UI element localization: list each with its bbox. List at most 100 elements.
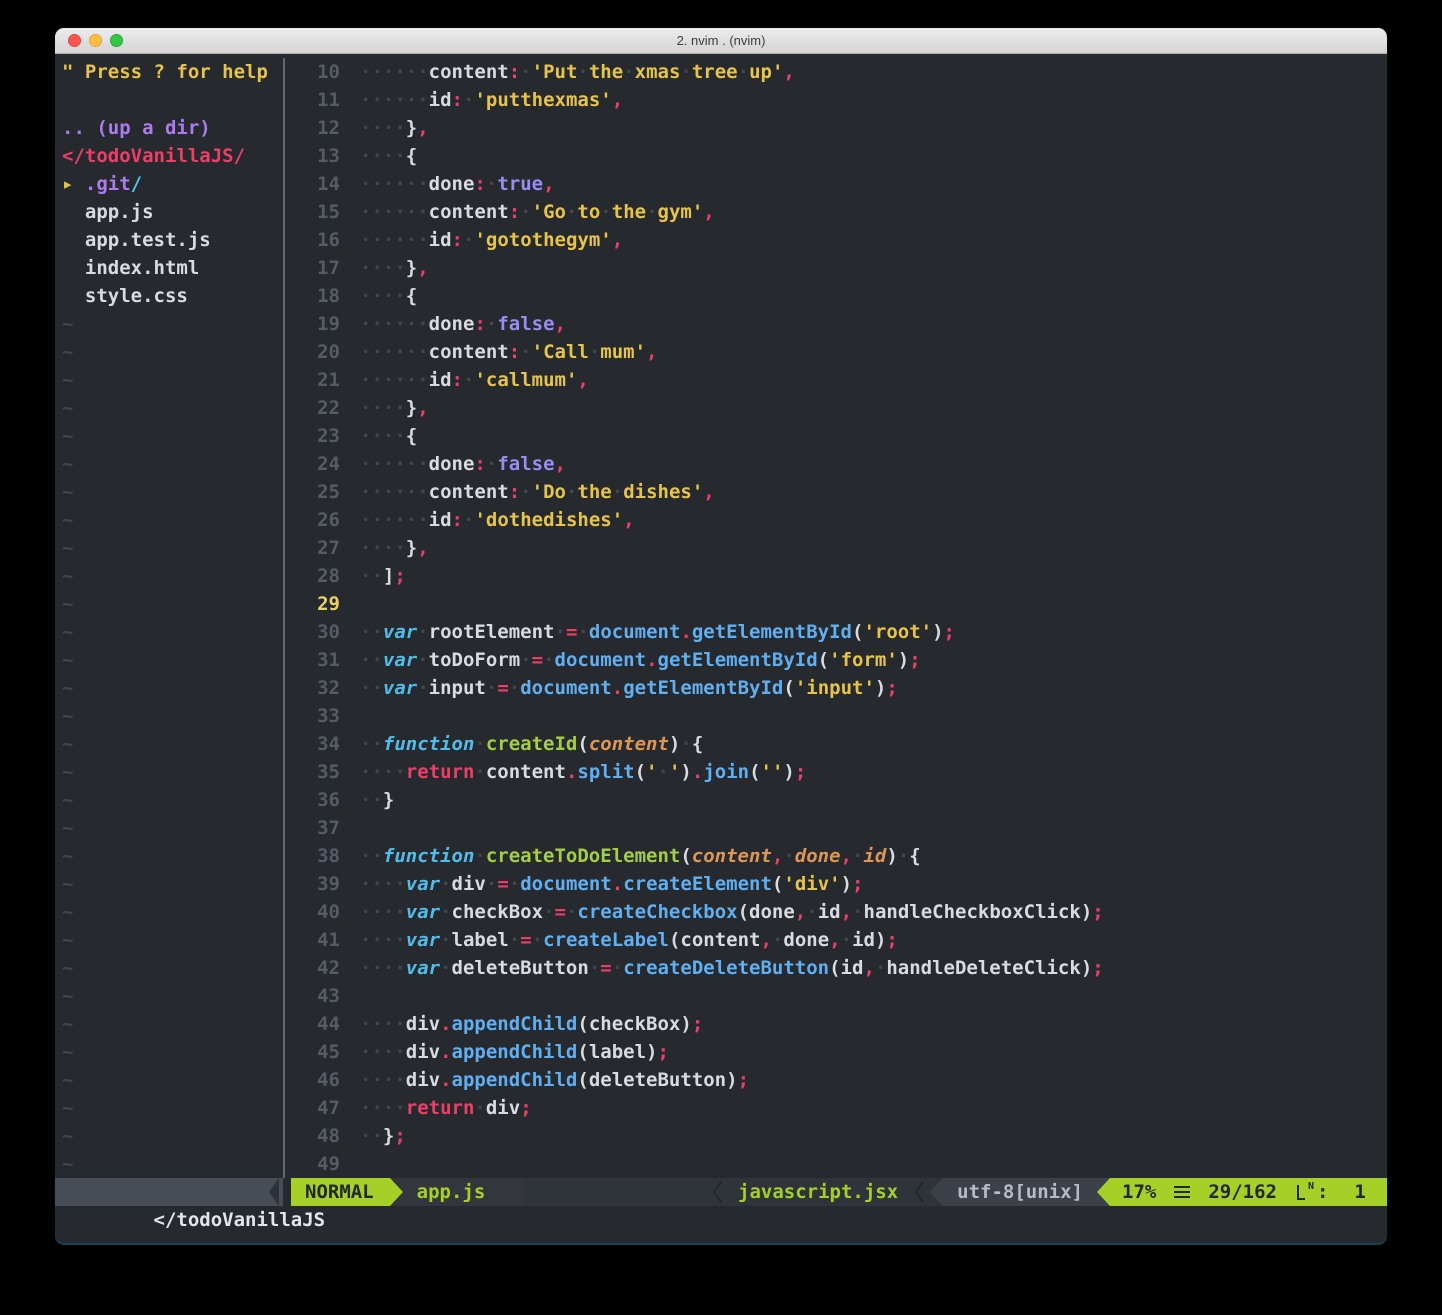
token-fg: ) — [680, 761, 691, 783]
code-line[interactable]: 38··function·createToDoElement(content,·… — [285, 842, 1387, 870]
tree-item-app-js[interactable]: app.js — [55, 198, 283, 226]
code-line[interactable]: 11······id:·'putthexmas', — [285, 86, 1387, 114]
titlebar[interactable]: 2. nvim . (nvim) — [55, 28, 1387, 54]
token-fg: ( — [577, 733, 588, 755]
whitespace-dots: · — [520, 481, 531, 503]
code-line[interactable]: 14······done:·true, — [285, 170, 1387, 198]
code-line[interactable]: 47····return·div; — [285, 1094, 1387, 1122]
code-line[interactable]: 39····var·div·=·document.createElement('… — [285, 870, 1387, 898]
code-text: ······id:·'callmum', — [360, 369, 589, 391]
whitespace-dots: · — [486, 677, 497, 699]
token-fg: ) — [680, 1013, 691, 1035]
line-number: 31 — [300, 646, 340, 674]
token-str: 'gotothegym' — [474, 229, 611, 251]
whitespace-dots: ···· — [360, 873, 406, 895]
whitespace-dots: · — [486, 453, 497, 475]
code-line[interactable]: 20······content:·'Call·mum', — [285, 338, 1387, 366]
code-line[interactable]: 41····var·label·=·createLabel(content,·d… — [285, 926, 1387, 954]
token-fn: join — [703, 761, 749, 783]
token-str: tree — [692, 61, 738, 83]
code-text: ····}, — [360, 117, 429, 139]
token-fn: createElement — [623, 873, 772, 895]
code-line[interactable]: 26······id:·'dothedishes', — [285, 506, 1387, 534]
whitespace-dots: · — [520, 61, 531, 83]
zoom-button[interactable] — [110, 34, 123, 47]
code-line[interactable]: 31··var·toDoForm·=·document.getElementBy… — [285, 646, 1387, 674]
code-line[interactable]: 37 — [285, 814, 1387, 842]
code-line[interactable]: 21······id:·'callmum', — [285, 366, 1387, 394]
code-line[interactable]: 49 — [285, 1150, 1387, 1178]
code-line[interactable]: 44····div.appendChild(checkBox); — [285, 1010, 1387, 1038]
whitespace-dots: · — [509, 677, 520, 699]
code-text: ····div.appendChild(label); — [360, 1041, 669, 1063]
token-pink: = — [532, 649, 543, 671]
code-line[interactable]: 22····}, — [285, 394, 1387, 422]
code-line[interactable]: 24······done:·false, — [285, 450, 1387, 478]
code-line[interactable]: 46····div.appendChild(deleteButton); — [285, 1066, 1387, 1094]
token-pink: , — [577, 369, 588, 391]
code-line[interactable]: 28··]; — [285, 562, 1387, 590]
token-purple: .git — [85, 173, 131, 195]
code-line[interactable]: 19······done:·false, — [285, 310, 1387, 338]
token-tilde: ~ — [62, 425, 73, 447]
code-line[interactable]: 32··var·input·=·document.getElementById(… — [285, 674, 1387, 702]
code-line[interactable]: 13····{ — [285, 142, 1387, 170]
close-button[interactable] — [68, 34, 81, 47]
token-pink: ; — [658, 1041, 669, 1063]
token-pink: ; — [520, 1097, 531, 1119]
line-number: 30 — [300, 618, 340, 646]
statusline-encoding: utf-8[unix] — [943, 1178, 1097, 1206]
code-line[interactable]: 40····var·checkBox·=·createCheckbox(done… — [285, 898, 1387, 926]
code-line[interactable]: 16······id:·'gotothegym', — [285, 226, 1387, 254]
token-param: content — [589, 733, 669, 755]
token-pink: : — [452, 89, 463, 111]
token-fg: done — [429, 453, 475, 475]
token-fg: ) — [669, 733, 680, 755]
code-line[interactable]: 29 — [285, 590, 1387, 618]
empty-line-tilde: ~ — [55, 366, 283, 394]
whitespace-dots: · — [783, 845, 794, 867]
token-purple: .. (up a dir) — [62, 117, 211, 139]
token-fg: ) — [783, 761, 794, 783]
code-line[interactable]: 48··}; — [285, 1122, 1387, 1150]
token-str: 'Do — [532, 481, 566, 503]
tree-item-git-dir[interactable]: ▸ .git/ — [55, 170, 283, 198]
token-pink: ; — [1092, 957, 1103, 979]
code-line[interactable]: 27····}, — [285, 534, 1387, 562]
code-line[interactable]: 43 — [285, 982, 1387, 1010]
token-fg: style.css — [62, 285, 188, 307]
code-line[interactable]: 15······content:·'Go·to·the·gym', — [285, 198, 1387, 226]
minimize-button[interactable] — [89, 34, 102, 47]
code-line[interactable]: 25······content:·'Do·the·dishes', — [285, 478, 1387, 506]
tree-root[interactable]: </todoVanillaJS/ — [55, 142, 283, 170]
token-fn: appendChild — [452, 1069, 578, 1091]
empty-line-tilde: ~ — [55, 478, 283, 506]
code-editor[interactable]: 10······content:·'Put·the·xmas·tree·up',… — [285, 58, 1387, 1178]
code-line[interactable]: 30··var·rootElement·=·document.getElemen… — [285, 618, 1387, 646]
code-line[interactable]: 12····}, — [285, 114, 1387, 142]
tree-item-style-css[interactable]: style.css — [55, 282, 283, 310]
line-number: 32 — [300, 674, 340, 702]
code-line[interactable]: 45····div.appendChild(label); — [285, 1038, 1387, 1066]
tree-item-index-html[interactable]: index.html — [55, 254, 283, 282]
file-tree-sidebar[interactable]: " Press ? for help.. (up a dir)</todoVan… — [55, 58, 283, 1178]
empty-line-tilde: ~ — [55, 1066, 283, 1094]
line-number: 26 — [300, 506, 340, 534]
whitespace-dots: · — [806, 901, 817, 923]
token-fg: input — [429, 677, 486, 699]
code-line[interactable]: 34··function·createId(content)·{ — [285, 730, 1387, 758]
code-line[interactable]: 42····var·deleteButton·=·createDeleteBut… — [285, 954, 1387, 982]
statusline-gap — [283, 1178, 291, 1206]
empty-line-tilde: ~ — [55, 954, 283, 982]
code-line[interactable]: 18····{ — [285, 282, 1387, 310]
code-line[interactable]: 36··} — [285, 786, 1387, 814]
code-line[interactable]: 23····{ — [285, 422, 1387, 450]
up-dir-item[interactable]: .. (up a dir) — [55, 114, 283, 142]
code-line[interactable]: 17····}, — [285, 254, 1387, 282]
code-line[interactable]: 35····return·content.split('·').join('')… — [285, 758, 1387, 786]
code-line[interactable]: 33 — [285, 702, 1387, 730]
tree-item-app-test-js[interactable]: app.test.js — [55, 226, 283, 254]
token-pink: : — [474, 173, 485, 195]
line-number: 17 — [300, 254, 340, 282]
code-line[interactable]: 10······content:·'Put·the·xmas·tree·up', — [285, 58, 1387, 86]
